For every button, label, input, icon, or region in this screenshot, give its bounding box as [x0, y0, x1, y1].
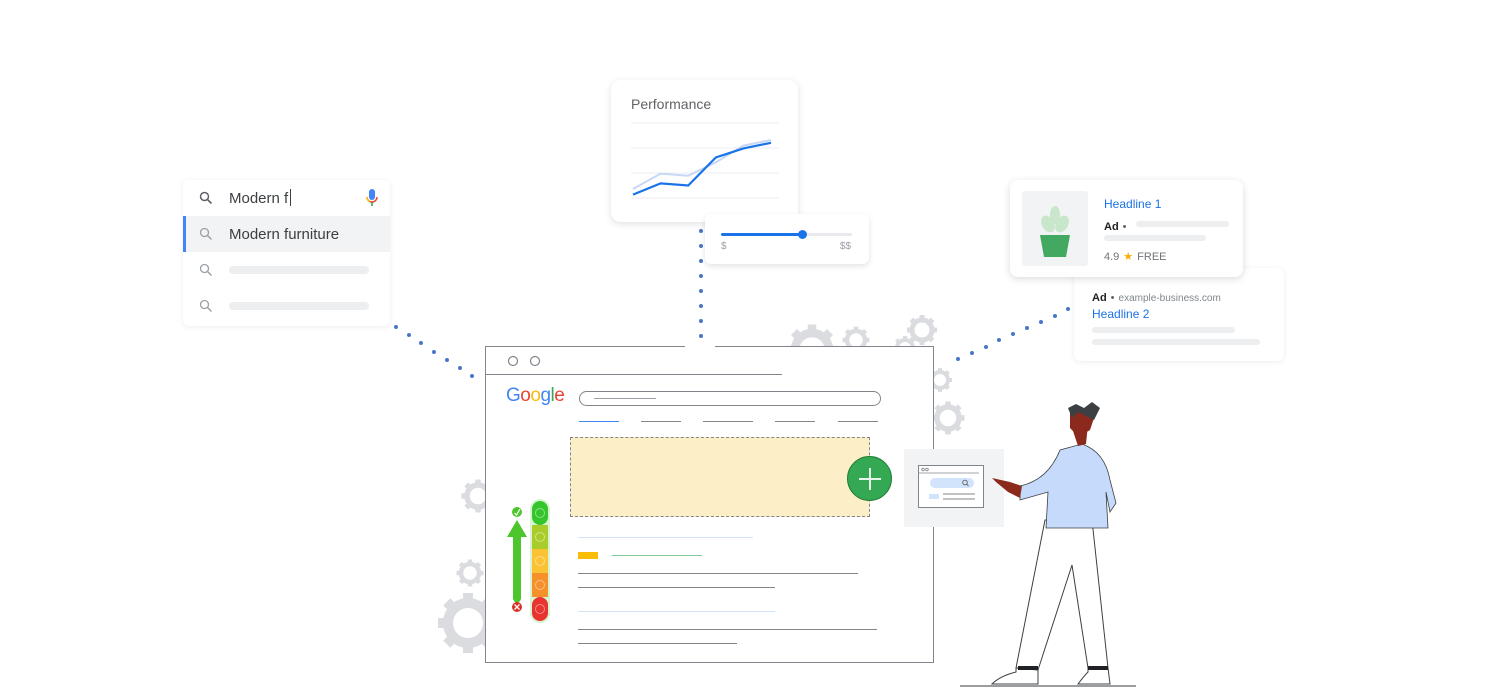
- search-icon: [199, 299, 212, 312]
- suggestion-item[interactable]: [183, 252, 390, 288]
- result-title-line: [578, 611, 775, 613]
- ad-label: Ad: [1092, 292, 1107, 304]
- ad-domain: example-business.com: [1118, 293, 1221, 304]
- connector-dot: [699, 274, 703, 278]
- gear-icon: [457, 560, 484, 587]
- ad-rating: 4.9 ★ FREE: [1104, 250, 1167, 263]
- ad-card-1[interactable]: Headline 1 Ad • 4.9 ★ FREE: [1010, 180, 1243, 277]
- add-ad-button[interactable]: [847, 456, 892, 501]
- connector-dot: [956, 357, 960, 361]
- ad-text-placeholder: [1104, 235, 1206, 241]
- suggestion-text: Modern furniture: [229, 225, 340, 243]
- tab-active[interactable]: [579, 421, 619, 423]
- search-icon: [199, 227, 212, 240]
- ad-text-placeholder: [1092, 327, 1235, 333]
- ad-image: [1022, 191, 1088, 266]
- window-controls: [507, 355, 541, 367]
- tab[interactable]: [838, 421, 878, 423]
- performance-chart: [631, 122, 779, 199]
- search-icon: [199, 263, 212, 276]
- connector-gap: [685, 346, 715, 349]
- result-title-line: [578, 537, 753, 539]
- result-url-line: [612, 555, 702, 557]
- mic-icon[interactable]: [366, 189, 378, 207]
- google-logo: Google: [506, 385, 565, 406]
- ad-placement-slot[interactable]: [570, 437, 870, 517]
- result-text-line: [578, 643, 737, 645]
- result-text-line: [578, 629, 877, 631]
- slider-fill: [721, 233, 803, 236]
- suggestion-item[interactable]: [183, 288, 390, 324]
- suggestion-item[interactable]: Modern furniture: [183, 216, 390, 252]
- connector-dot: [699, 289, 703, 293]
- connector-dot: [969, 350, 974, 355]
- meter-level: [532, 525, 548, 549]
- window-dot-icon: [507, 355, 519, 367]
- connector-dot: [444, 357, 449, 362]
- search-bar-text: [594, 398, 656, 399]
- connector-dot: [1025, 326, 1029, 330]
- separator-dot: •: [1122, 221, 1127, 233]
- connector-dot: [432, 349, 437, 354]
- connector-dot: [699, 334, 703, 338]
- search-query: Modern f: [229, 189, 292, 207]
- search-input[interactable]: Modern f: [183, 180, 390, 216]
- suggestion-placeholder: [229, 302, 369, 310]
- meter-level: [532, 549, 548, 573]
- slider-max-label: $$: [839, 241, 851, 252]
- slider-min-label: $: [721, 241, 727, 252]
- ad-badge: [578, 552, 598, 559]
- person-illustration: [960, 402, 1136, 687]
- connector-dot: [457, 366, 462, 370]
- result-text-line: [578, 573, 858, 575]
- tab[interactable]: [641, 421, 681, 423]
- ad-meta: Ad • example-business.com: [1092, 288, 1221, 306]
- connector-dot: [699, 229, 703, 233]
- ad-headline[interactable]: Headline 1: [1104, 197, 1161, 211]
- ad-text-placeholder: [1136, 221, 1229, 227]
- tab[interactable]: [703, 421, 753, 423]
- check-icon: [512, 507, 522, 517]
- ad-headline[interactable]: Headline 2: [1092, 307, 1149, 321]
- connector-dot: [699, 244, 703, 248]
- performance-title: Performance: [631, 96, 712, 112]
- connector-dot: [699, 259, 703, 263]
- text-cursor: [290, 189, 292, 206]
- plant-pot-icon: [1040, 206, 1070, 257]
- rating-value: 4.9: [1104, 251, 1120, 263]
- window-dot-icon: [529, 355, 541, 367]
- connector-dot: [394, 325, 398, 329]
- connector-dot: [1052, 313, 1057, 318]
- up-arrow-icon: [507, 520, 527, 603]
- connector-dot: [699, 319, 703, 323]
- suggestion-placeholder: [229, 266, 369, 274]
- search-bar[interactable]: [579, 391, 881, 406]
- connector-dot: [406, 333, 411, 338]
- meter-level: [532, 597, 548, 621]
- search-icon: [199, 191, 213, 205]
- price-label: FREE: [1137, 251, 1167, 263]
- ad-meta: Ad •: [1104, 217, 1131, 235]
- quality-meter: [507, 499, 550, 623]
- star-icon: ★: [1123, 251, 1134, 263]
- budget-slider[interactable]: [721, 230, 852, 239]
- browser-window: Google: [485, 346, 934, 663]
- connector-dot: [983, 344, 988, 349]
- slider-thumb[interactable]: [798, 230, 808, 239]
- tab[interactable]: [775, 421, 815, 423]
- meter-level: [532, 501, 548, 525]
- result-text-line: [578, 587, 775, 589]
- ad-label: Ad: [1104, 221, 1119, 233]
- ad-card-2[interactable]: Ad • example-business.com Headline 2: [1074, 268, 1284, 361]
- tab-bar-line: [486, 374, 782, 376]
- ad-text-placeholder: [1092, 339, 1260, 345]
- search-suggest-card: Modern f Modern furniture: [183, 180, 390, 326]
- meter-level: [532, 573, 548, 597]
- budget-slider-card: $ $$: [705, 214, 869, 264]
- connector-dot: [699, 304, 703, 308]
- performance-card: Performance: [611, 80, 798, 222]
- connector-dot: [1038, 319, 1043, 324]
- separator-dot: •: [1110, 292, 1115, 304]
